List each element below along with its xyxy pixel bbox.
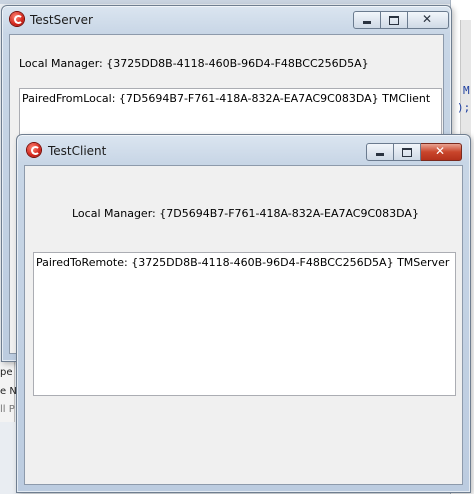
- background-left-text: ll P: [0, 404, 15, 415]
- server-maximize-button[interactable]: [381, 11, 408, 29]
- background-ide-strip: [0, 0, 474, 4]
- maximize-icon: [389, 16, 399, 25]
- client-maximize-button[interactable]: [394, 143, 421, 161]
- background-code-snippet: M: [463, 84, 470, 97]
- server-memo-text: PairedFromLocal: {7D5694B7-F761-418A-832…: [22, 92, 431, 105]
- app-icon[interactable]: [10, 12, 24, 26]
- client-memo-text: PairedToRemote: {3725DD8B-4118-460B-96D4…: [36, 256, 450, 269]
- client-title-bar[interactable]: TestClient ✕: [17, 135, 470, 163]
- background-code-snippet: );: [457, 101, 471, 114]
- minimize-icon: [363, 21, 371, 24]
- server-caption-buttons: ✕: [353, 11, 449, 29]
- client-client-area: Local Manager: {7D5694B7-F761-418A-832A-…: [24, 165, 463, 485]
- minimize-icon: [376, 153, 384, 156]
- close-icon: ✕: [422, 12, 433, 26]
- server-minimize-button[interactable]: [353, 11, 381, 29]
- server-window-title: TestServer: [30, 13, 93, 27]
- server-local-manager-label: Local Manager: {3725DD8B-4118-460B-96D4-…: [19, 57, 369, 70]
- client-local-manager-label: Local Manager: {7D5694B7-F761-418A-832A-…: [72, 207, 419, 220]
- client-minimize-button[interactable]: [366, 143, 394, 161]
- close-icon: ✕: [435, 144, 446, 158]
- test-client-window[interactable]: TestClient ✕ Local Manager: {7D5694B7-F7…: [16, 134, 471, 493]
- server-close-button[interactable]: ✕: [408, 11, 449, 29]
- client-close-button[interactable]: ✕: [421, 143, 462, 161]
- background-left-text: pe: [0, 367, 13, 378]
- background-left-text: e N: [0, 386, 17, 397]
- app-icon[interactable]: [27, 143, 41, 157]
- maximize-icon: [402, 148, 412, 157]
- server-title-bar[interactable]: TestServer ✕: [2, 6, 451, 34]
- client-caption-buttons: ✕: [366, 143, 462, 161]
- client-window-title: TestClient: [48, 144, 107, 158]
- client-pairing-memo[interactable]: PairedToRemote: {3725DD8B-4118-460B-96D4…: [33, 252, 456, 396]
